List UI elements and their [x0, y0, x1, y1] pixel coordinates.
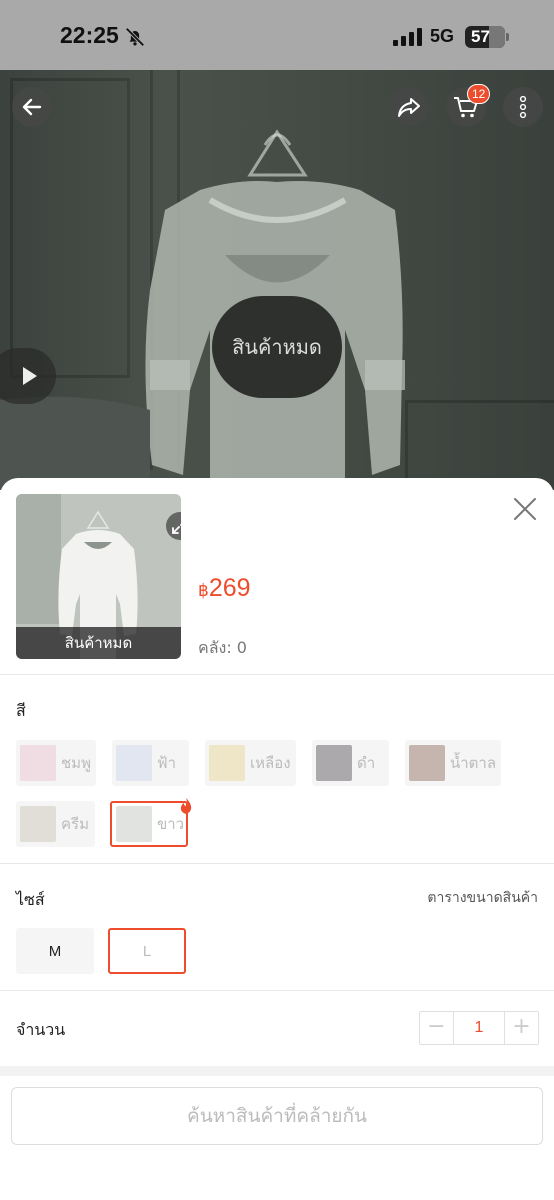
battery-tip: [506, 33, 509, 41]
more-options-button[interactable]: [503, 87, 543, 127]
back-button[interactable]: [12, 87, 52, 127]
price-value: 269: [208, 574, 251, 602]
size-chart-link[interactable]: ตารางขนาดสินค้า: [427, 887, 538, 909]
stock-label: คลัง: 0: [198, 638, 247, 657]
color-option-label: ดำ: [357, 754, 376, 772]
color-option-label: ครีม: [61, 815, 89, 833]
color-option-label: น้ำตาล: [450, 754, 497, 772]
color-option[interactable]: ฟ้า: [112, 740, 189, 786]
network-label: 5G: [430, 26, 455, 46]
variation-sheet: สินค้าหมด ฿269 คลัง: 0 สี ชมพู ฟ้า เหลือ…: [0, 478, 554, 1200]
divider: [0, 674, 554, 675]
thumbnail-soldout-label: สินค้าหมด: [16, 627, 181, 659]
color-option-label: ฟ้า: [157, 754, 177, 772]
play-icon: [23, 367, 37, 385]
close-icon[interactable]: [512, 496, 538, 522]
expand-image-button[interactable]: [166, 512, 181, 540]
color-option[interactable]: ชมพู: [16, 740, 96, 786]
variation-thumbnail[interactable]: สินค้าหมด: [16, 494, 181, 659]
quantity-input[interactable]: 1: [453, 1012, 505, 1044]
color-swatch: [116, 745, 152, 781]
signal-icon: [393, 28, 422, 46]
status-time: 22:25: [60, 22, 119, 48]
color-option-label: เหลือง: [250, 754, 291, 772]
soldout-overlay: สินค้าหมด: [212, 296, 342, 398]
divider: [0, 990, 554, 991]
color-swatch: [409, 745, 445, 781]
size-option-selected[interactable]: L: [108, 928, 186, 974]
product-price: ฿269: [198, 574, 251, 603]
color-option[interactable]: ดำ: [312, 740, 389, 786]
color-option[interactable]: ครีม: [16, 801, 95, 847]
find-similar-button[interactable]: ค้นหาสินค้าที่คล้ายกัน: [11, 1087, 543, 1145]
color-section-label: สี: [16, 701, 26, 720]
color-swatch: [316, 745, 352, 781]
cart-count-badge: 12: [467, 84, 491, 104]
quantity-label: จำนวน: [16, 1020, 66, 1039]
color-swatch: [20, 745, 56, 781]
dress-illustration: [0, 129, 405, 490]
color-swatch: [116, 806, 152, 842]
more-vertical-icon: [519, 95, 527, 119]
battery-level: 57: [471, 27, 490, 46]
battery-icon: 57: [465, 26, 505, 48]
quantity-stepper: − 1 +: [419, 1011, 539, 1045]
color-option[interactable]: เหลือง: [205, 740, 296, 786]
divider: [0, 863, 554, 864]
status-bar: 22:25 5G 57: [0, 0, 554, 70]
decrement-button[interactable]: −: [420, 1012, 453, 1044]
product-image[interactable]: 12 สินค้าหมด: [0, 70, 554, 490]
flame-icon: [180, 798, 192, 814]
size-option[interactable]: M: [16, 928, 94, 974]
color-option[interactable]: น้ำตาล: [405, 740, 501, 786]
color-option-label: ชมพู: [61, 754, 91, 772]
size-section-label: ไซส์: [16, 890, 45, 909]
color-swatch: [209, 745, 245, 781]
color-option-selected[interactable]: ขาว: [110, 801, 188, 847]
color-swatch: [20, 806, 56, 842]
play-video-button[interactable]: [0, 348, 56, 404]
increment-button[interactable]: +: [505, 1012, 538, 1044]
arrow-left-icon: [22, 98, 42, 116]
share-icon: [398, 98, 420, 117]
section-gap: [0, 1066, 554, 1076]
bell-muted-icon: [125, 27, 145, 47]
price-currency: ฿: [198, 581, 209, 600]
expand-icon: [172, 523, 181, 534]
share-button[interactable]: [389, 87, 429, 127]
color-option-label: ขาว: [157, 815, 185, 833]
